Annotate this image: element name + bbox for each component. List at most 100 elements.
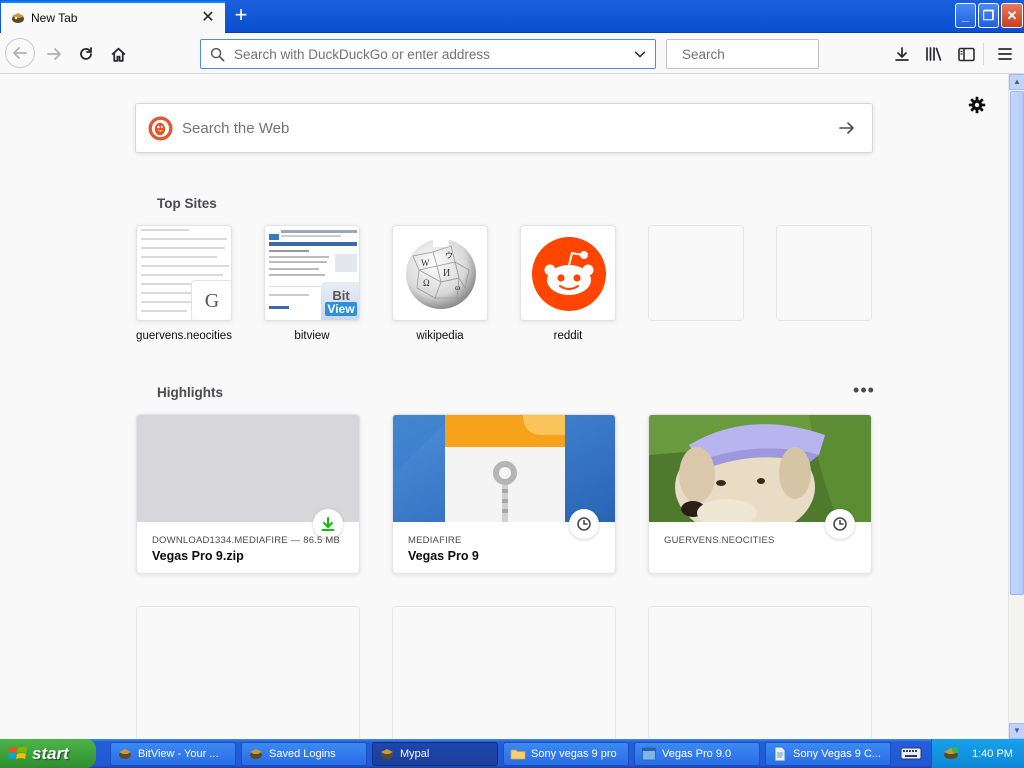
card-type-badge — [825, 509, 855, 539]
urlbar-dropdown-button[interactable] — [628, 42, 652, 66]
tab-title: New Tab — [31, 11, 78, 25]
clock-icon — [833, 517, 847, 531]
menu-button[interactable] — [991, 40, 1019, 68]
start-label: start — [32, 743, 69, 763]
customize-button[interactable] — [966, 94, 988, 116]
highlight-card[interactable]: DOWNLOAD1334.MEDIAFIRE — 86.5 MB Vegas P… — [136, 414, 360, 574]
toolbar-separator — [983, 43, 984, 65]
reload-icon — [80, 47, 92, 60]
start-button[interactable]: start — [0, 739, 96, 768]
scroll-up-button[interactable]: ▲ — [1009, 74, 1024, 90]
top-site-empty — [648, 225, 744, 321]
download-icon — [321, 517, 335, 531]
tab-close-icon[interactable]: ✕ — [197, 7, 219, 29]
address-input[interactable] — [234, 46, 628, 62]
card-preview — [137, 415, 359, 522]
highlight-card[interactable]: MEDIAFIRE Vegas Pro 9 — [392, 414, 616, 574]
highlights-heading: Highlights — [157, 385, 223, 400]
highlight-card[interactable]: GUERVENS.NEOCITIES — [648, 414, 872, 574]
back-button[interactable] — [5, 38, 35, 68]
minimize-button[interactable]: _ — [955, 3, 976, 28]
top-site-guervens[interactable]: G guervens.neocities — [136, 225, 232, 342]
keyboard-icon[interactable] — [900, 744, 922, 762]
taskbar-item-mypal[interactable]: Mypal — [372, 742, 498, 766]
forward-button[interactable] — [40, 40, 68, 68]
highlight-placeholder — [136, 606, 360, 739]
bitview-logo-bottom: View — [325, 301, 357, 316]
bitview-logo-top: Bit — [332, 287, 350, 303]
search-input[interactable] — [682, 46, 859, 62]
windows-taskbar: start BitView - Your ... Saved Logins My… — [0, 739, 1024, 768]
downloads-button[interactable] — [888, 40, 916, 68]
scroll-down-button[interactable]: ▼ — [1009, 723, 1024, 739]
dog-photo-preview — [649, 415, 871, 522]
top-site-tile[interactable]: W И Ωω ウ — [392, 225, 488, 321]
search-bar[interactable] — [666, 39, 859, 69]
web-search-box[interactable] — [135, 103, 873, 153]
taskbar-item-bitview[interactable]: BitView - Your ... — [110, 742, 236, 766]
hamburger-menu-icon — [998, 48, 1012, 60]
system-tray: 1:40 PM — [931, 739, 1024, 768]
top-site-label: bitview — [294, 330, 330, 342]
highlight-placeholder — [392, 606, 616, 739]
reload-button[interactable] — [72, 40, 100, 68]
library-button[interactable] — [920, 40, 948, 68]
site-letter-icon: G — [191, 280, 231, 320]
taskbar-item-sony-vegas-doc[interactable]: Sony Vegas 9 C... — [765, 742, 891, 766]
title-bar: New Tab ✕ + _ ❐ ✕ — [0, 0, 1024, 33]
top-site-label: guervens.neocities — [136, 330, 232, 342]
svg-text:W: W — [421, 258, 430, 268]
top-site-empty — [776, 225, 872, 321]
scroll-thumb[interactable] — [1010, 91, 1024, 595]
taskbar-item-label: BitView - Your ... — [138, 748, 219, 760]
home-icon — [111, 47, 125, 62]
highlights-more-button[interactable]: ••• — [852, 380, 876, 400]
download-icon — [895, 47, 909, 61]
reddit-logo-icon — [532, 237, 606, 311]
taskbar-item-label: Vegas Pro 9.0 — [662, 748, 732, 760]
top-site-reddit[interactable]: reddit — [520, 225, 616, 342]
tab-new-tab[interactable]: New Tab ✕ — [1, 1, 225, 33]
taskbar-item-label: Saved Logins — [269, 748, 336, 760]
card-context: GUERVENS.NEOCITIES — [664, 535, 775, 546]
card-type-badge — [569, 509, 599, 539]
top-site-tile[interactable]: Bit View — [264, 225, 360, 321]
top-site-placeholder — [776, 225, 872, 321]
top-site-bitview[interactable]: Bit View bitview — [264, 225, 360, 342]
top-site-wikipedia[interactable]: W И Ωω ウ wikipedia — [392, 225, 488, 342]
card-title: Vegas Pro 9 — [408, 549, 479, 563]
sidebar-icon — [957, 47, 975, 61]
taskbar-item-saved-logins[interactable]: Saved Logins — [241, 742, 367, 766]
folder-icon — [510, 749, 526, 760]
taskbar-item-sony-vegas-folder[interactable]: Sony vegas 9 pro — [503, 742, 629, 766]
taskbar-item-label: Sony Vegas 9 C... — [793, 748, 882, 760]
card-title: Vegas Pro 9.zip — [152, 549, 244, 563]
network-icon[interactable] — [942, 745, 960, 763]
bitview-logo-icon: Bit View — [321, 282, 359, 320]
top-site-tile[interactable] — [520, 225, 616, 321]
gear-icon — [968, 96, 986, 114]
address-bar[interactable] — [200, 39, 656, 69]
clock[interactable]: 1:40 PM — [972, 748, 1013, 760]
search-go-button[interactable] — [832, 113, 862, 143]
vertical-scrollbar[interactable]: ▲ ▼ — [1008, 74, 1024, 739]
top-site-tile[interactable]: G — [136, 225, 232, 321]
top-site-label: reddit — [553, 330, 583, 342]
highlight-placeholder — [648, 606, 872, 739]
maximize-button[interactable]: ❐ — [978, 3, 999, 28]
back-arrow-icon — [13, 47, 27, 59]
new-tab-button[interactable]: + — [229, 4, 253, 28]
wikipedia-globe-icon: W И Ωω ウ — [406, 238, 476, 309]
card-context: DOWNLOAD1334.MEDIAFIRE — 86.5 MB — [152, 535, 341, 546]
web-search-input[interactable] — [182, 119, 832, 137]
duckduckgo-logo-icon — [148, 116, 173, 140]
document-icon — [774, 746, 786, 762]
top-sites-heading: Top Sites — [157, 196, 217, 211]
mypal-app-icon — [119, 749, 131, 759]
chevron-down-icon — [634, 51, 646, 58]
taskbar-item-vegas-pro[interactable]: Vegas Pro 9.0 — [634, 742, 760, 766]
sidebar-button[interactable] — [952, 40, 980, 68]
clock-icon — [577, 517, 591, 531]
home-button[interactable] — [104, 40, 132, 68]
close-window-button[interactable]: ✕ — [1001, 3, 1023, 28]
